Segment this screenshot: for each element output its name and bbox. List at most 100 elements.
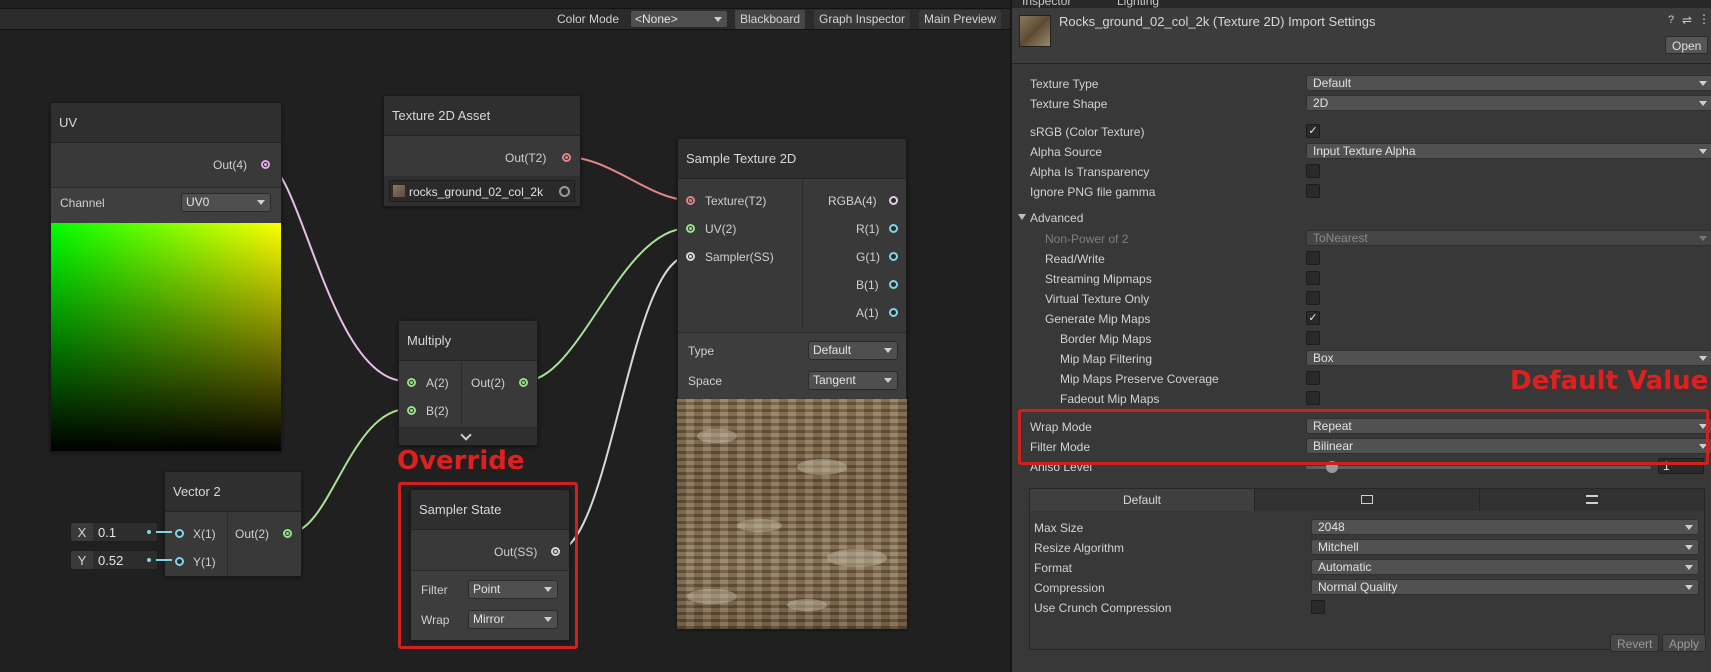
generate-mipmaps-checkbox[interactable]: ✓	[1306, 311, 1320, 325]
apply-button[interactable]: Apply	[1662, 634, 1707, 652]
format-label: Format	[1034, 561, 1073, 575]
vector2-y-input-port[interactable]	[175, 557, 184, 566]
vector2-y-link	[156, 559, 172, 561]
srgb-label: sRGB (Color Texture)	[1030, 125, 1145, 139]
streaming-mipmaps-checkbox[interactable]	[1306, 271, 1320, 285]
sample-uv-input-port[interactable]	[686, 224, 695, 233]
sample-a-output-port[interactable]	[889, 308, 898, 317]
texture-asset-object-field[interactable]: rocks_ground_02_col_2k	[389, 180, 575, 202]
sample-type-dropdown[interactable]: Default	[808, 341, 898, 360]
sample-b-output-port[interactable]	[889, 280, 898, 289]
multiply-b-input-port[interactable]	[407, 406, 416, 415]
texture-shape-dropdown[interactable]: 2D	[1306, 95, 1711, 111]
advanced-foldout[interactable]: Advanced	[1030, 211, 1083, 225]
multiply-out-port[interactable]	[519, 378, 528, 387]
tab-inspector[interactable]: Inspector	[1022, 0, 1071, 8]
texture-type-value: Default	[1313, 76, 1352, 90]
chevron-down-icon	[460, 429, 472, 441]
texture-2d-asset-node[interactable]: Texture 2D Asset Out(T2) rocks_ground_02…	[383, 95, 581, 207]
port-divider	[461, 362, 462, 424]
sample-output-b: B(1)	[856, 278, 879, 292]
texture-type-dropdown[interactable]: Default	[1306, 75, 1711, 91]
sample-r-output-port[interactable]	[889, 224, 898, 233]
resize-algorithm-dropdown[interactable]: Mitchell	[1311, 539, 1699, 555]
border-mipmaps-checkbox[interactable]	[1306, 331, 1320, 345]
alpha-source-dropdown[interactable]: Input Texture Alpha	[1306, 143, 1711, 159]
compression-dropdown[interactable]: Normal Quality	[1311, 579, 1699, 595]
sample-sampler-input-port[interactable]	[686, 252, 695, 261]
multiply-expand-bar[interactable]	[399, 427, 537, 445]
vector2-x-field[interactable]: X 0.1	[70, 522, 158, 542]
platform-tab-default[interactable]: Default	[1030, 489, 1255, 511]
sample-space-dropdown[interactable]: Tangent	[808, 371, 898, 390]
uv-channel-value: UV0	[186, 195, 210, 209]
presets-icon[interactable]: ⇌	[1682, 13, 1692, 27]
max-size-value: 2048	[1318, 520, 1345, 534]
format-dropdown[interactable]: Automatic	[1311, 559, 1699, 575]
monitor-icon	[1361, 495, 1373, 504]
multiply-out-label: Out(2)	[471, 376, 506, 390]
read-write-checkbox[interactable]	[1306, 251, 1320, 265]
crunch-compression-checkbox[interactable]	[1311, 600, 1325, 614]
help-icon[interactable]: ?	[1668, 14, 1674, 26]
mipmap-filtering-dropdown[interactable]: Box	[1306, 350, 1711, 366]
preserve-coverage-checkbox[interactable]	[1306, 371, 1320, 385]
multiply-a-input-port[interactable]	[407, 378, 416, 387]
sample-input-sampler: Sampler(SS)	[705, 250, 774, 264]
multiply-node[interactable]: Multiply A(2) B(2) Out(2)	[398, 320, 538, 446]
sample-input-uv: UV(2)	[705, 222, 737, 236]
server-icon	[1586, 495, 1598, 504]
default-value-annotation: Default Value	[1510, 366, 1709, 396]
kebab-menu-icon[interactable]: ⋮	[1698, 12, 1710, 26]
multiply-input-b: B(2)	[426, 404, 449, 418]
object-picker-icon[interactable]	[559, 186, 570, 197]
resize-algorithm-label: Resize Algorithm	[1034, 541, 1125, 555]
ignore-png-gamma-checkbox[interactable]	[1306, 184, 1320, 198]
connector-dot-icon	[147, 530, 151, 534]
platform-tab-standalone[interactable]	[1255, 489, 1480, 511]
sample-texture-input-port[interactable]	[686, 196, 695, 205]
srgb-checkbox[interactable]: ✓	[1306, 124, 1320, 138]
chevron-down-icon	[257, 200, 265, 205]
vector2-input-y: Y(1)	[193, 555, 216, 569]
vector2-out-port[interactable]	[283, 529, 292, 538]
sample-space-label: Space	[688, 374, 723, 388]
fadeout-mipmaps-checkbox[interactable]	[1306, 391, 1320, 405]
chevron-down-icon	[1685, 585, 1693, 590]
texture-asset-out-label: Out(T2)	[505, 151, 547, 165]
uv-channel-dropdown[interactable]: UV0	[181, 193, 271, 212]
sample-g-output-port[interactable]	[889, 252, 898, 261]
alpha-source-value: Input Texture Alpha	[1313, 144, 1416, 158]
vector2-node[interactable]: Vector 2 X(1) Y(1) Out(2)	[164, 471, 302, 577]
vector2-x-input-port[interactable]	[175, 529, 184, 538]
chevron-down-icon	[1685, 545, 1693, 550]
max-size-dropdown[interactable]: 2048	[1311, 519, 1699, 535]
alpha-transparency-checkbox[interactable]	[1306, 164, 1320, 178]
open-button[interactable]: Open	[1665, 36, 1709, 54]
foldout-arrow-icon[interactable]	[1018, 214, 1026, 220]
virtual-texture-checkbox[interactable]	[1306, 291, 1320, 305]
shader-graph-canvas[interactable]: Color Mode <None> Blackboard Graph Inspe…	[0, 0, 1010, 672]
wire-texture-to-sample	[565, 156, 690, 201]
wire-multiply-to-sample-uv	[524, 227, 690, 382]
texture-asset-out-port[interactable]	[562, 153, 571, 162]
texture-asset-title: Texture 2D Asset	[384, 96, 580, 136]
revert-button[interactable]: Revert	[1610, 634, 1660, 652]
sample-space-value: Tangent	[813, 373, 856, 387]
uv-out-port[interactable]	[261, 160, 270, 169]
platform-tab-server[interactable]	[1480, 489, 1704, 511]
preview-stone	[827, 549, 887, 567]
sample-texture-title: Sample Texture 2D	[678, 139, 906, 179]
preview-stone	[737, 519, 782, 532]
vector2-y-value: 0.52	[98, 553, 124, 568]
vector2-x-field-label: X	[71, 523, 93, 541]
npot-dropdown: ToNearest	[1306, 230, 1711, 246]
vector2-y-field-label: Y	[71, 551, 93, 569]
sample-rgba-output-port[interactable]	[889, 196, 898, 205]
preview-stone	[687, 589, 737, 604]
alpha-source-label: Alpha Source	[1030, 145, 1103, 159]
aniso-slider-track[interactable]	[1306, 466, 1651, 469]
preview-stone	[697, 429, 737, 443]
tab-lighting[interactable]: Lighting	[1117, 0, 1159, 8]
vector2-y-field[interactable]: Y 0.52	[70, 550, 158, 570]
